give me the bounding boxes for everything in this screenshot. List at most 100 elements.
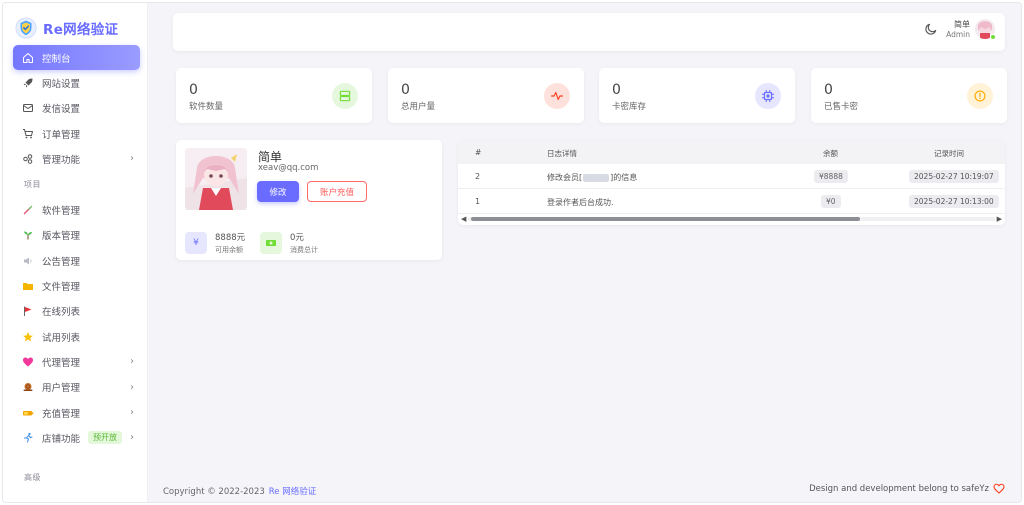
brand-name: Re网络验证 xyxy=(43,22,119,38)
stat-label: 卡密库存 xyxy=(612,102,647,112)
alert-circle-icon xyxy=(967,83,993,109)
sidebar-item-site-settings[interactable]: 网站设置 xyxy=(13,70,140,95)
sidebar-item-admin-functions[interactable]: 管理功能 › xyxy=(13,146,140,171)
profile-avatar-image xyxy=(185,148,247,210)
scroll-thumb[interactable] xyxy=(471,217,860,221)
balance-value: 8888元 xyxy=(215,233,246,243)
chevron-right-icon: › xyxy=(130,432,134,444)
moon-icon[interactable] xyxy=(924,22,938,36)
table-row: 1 登录作者后台成功. ¥0 2025-02-27 10:13:00 xyxy=(458,189,1005,214)
sidebar-item-agents[interactable]: 代理管理 › xyxy=(13,349,140,374)
sidebar-item-announcements[interactable]: 公告管理 xyxy=(13,248,140,273)
chip-icon xyxy=(755,83,781,109)
credit-text: Design and development belong to safeYz xyxy=(809,483,989,494)
time-badge: 2025-02-27 10:19:07 xyxy=(909,170,999,183)
row-detail-prefix: 修改会员[ xyxy=(547,173,583,182)
banknote-icon xyxy=(260,232,282,254)
sidebar-item-label: 软件管理 xyxy=(42,206,81,218)
battery-icon xyxy=(22,407,34,419)
balance-stat: ¥ 8888元 可用余额 xyxy=(185,231,245,255)
row-detail-suffix: ]的信息 xyxy=(610,173,638,182)
table-row: 2 修改会员[ ]的信息 ¥8888 2025-02-27 10:19:07 xyxy=(458,164,1005,189)
profile-email: xeav@qq.com xyxy=(258,163,319,173)
heart-icon xyxy=(22,356,34,368)
pulse-icon xyxy=(544,83,570,109)
sidebar-item-shop[interactable]: 店铺功能 预开放 › xyxy=(13,425,140,450)
sidebar-item-trial-list[interactable]: 试用列表 xyxy=(13,324,140,349)
sidebar-item-label: 店铺功能 xyxy=(42,433,81,445)
sidebar-item-mail-settings[interactable]: 发信设置 xyxy=(13,96,140,121)
sidebar-item-label: 充值管理 xyxy=(42,408,81,420)
copyright-text: Copyright © 2022-2023 xyxy=(163,487,265,497)
section-title-advanced: 高级 xyxy=(24,472,41,482)
snail-icon xyxy=(22,381,34,393)
runner-icon xyxy=(22,432,34,444)
sidebar-item-label: 试用列表 xyxy=(42,332,81,344)
balance-badge: ¥0 xyxy=(821,195,841,208)
balance-badge: ¥8888 xyxy=(814,170,848,183)
edit-profile-button[interactable]: 修改 xyxy=(257,181,299,202)
speaker-icon xyxy=(22,255,34,267)
star-icon xyxy=(22,331,34,343)
scroll-right-arrow-icon[interactable]: ▶ xyxy=(997,215,1002,223)
sidebar-item-label: 版本管理 xyxy=(42,231,81,243)
spent-stat: 0元 消费总计 xyxy=(260,231,318,255)
spent-value: 0元 xyxy=(290,233,304,243)
app-frame: Re网络验证 控制台 网站设置 发信设置 订单管理 管理功能 › 项目 软件管理… xyxy=(2,2,1022,503)
horizontal-scrollbar[interactable]: ◀ ▶ xyxy=(458,214,1005,223)
flag-icon xyxy=(22,305,34,317)
sidebar-item-users[interactable]: 用户管理 › xyxy=(13,375,140,400)
widgets-icon xyxy=(22,153,34,165)
sidebar-item-label: 用户管理 xyxy=(42,383,81,395)
avatar[interactable] xyxy=(975,19,996,40)
scroll-left-arrow-icon[interactable]: ◀ xyxy=(461,215,466,223)
stat-label: 软件数量 xyxy=(189,102,224,112)
row-detail: 登录作者后台成功. xyxy=(547,198,614,207)
stat-card-sold-cards: 0 已售卡密 xyxy=(811,68,1007,123)
stat-label: 已售卡密 xyxy=(824,102,859,112)
sprout-icon xyxy=(22,229,34,241)
row-id: 1 xyxy=(475,197,481,206)
account-recharge-button[interactable]: 账户充值 xyxy=(307,181,367,202)
sidebar-item-recharge[interactable]: 充值管理 › xyxy=(13,400,140,425)
time-badge: 2025-02-27 10:13:00 xyxy=(909,195,999,208)
column-header-detail: 日志详情 xyxy=(547,149,577,158)
sidebar-item-dashboard[interactable]: 控制台 xyxy=(13,45,140,71)
folder-icon xyxy=(22,280,34,292)
sidebar-item-online-list[interactable]: 在线列表 xyxy=(13,299,140,324)
sidebar-item-label: 代理管理 xyxy=(42,357,81,369)
sidebar-item-label: 文件管理 xyxy=(42,282,81,294)
sidebar-item-label: 网站设置 xyxy=(42,78,81,90)
yen-icon: ¥ xyxy=(185,232,207,254)
brand[interactable]: Re网络验证 xyxy=(15,15,118,41)
sidebar-item-label: 发信设置 xyxy=(42,104,81,116)
sidebar-item-versions[interactable]: 版本管理 xyxy=(13,223,140,248)
top-navbar: 简单 Admin xyxy=(173,13,1005,51)
sidebar-item-label: 管理功能 xyxy=(42,154,81,166)
footer-copyright: Copyright © 2022-2023 Re 网络验证 xyxy=(163,485,316,497)
server-icon xyxy=(332,83,358,109)
stat-value: 0 xyxy=(612,82,621,98)
stat-value: 0 xyxy=(401,82,410,98)
sidebar-item-label: 订单管理 xyxy=(42,129,81,141)
chevron-right-icon: › xyxy=(130,356,134,368)
chevron-right-icon: › xyxy=(130,381,134,393)
sidebar-item-files[interactable]: 文件管理 xyxy=(13,273,140,298)
heart-outline-icon xyxy=(993,483,1005,494)
sidebar-item-orders[interactable]: 订单管理 xyxy=(13,121,140,146)
profile-avatar xyxy=(185,148,247,210)
sidebar-item-software[interactable]: 软件管理 xyxy=(13,197,140,222)
sidebar-item-label: 公告管理 xyxy=(42,256,81,268)
stat-value: 0 xyxy=(189,82,198,98)
footer-brand-link[interactable]: Re 网络验证 xyxy=(269,487,316,497)
syringe-icon xyxy=(22,204,34,216)
profile-card: 简单 xeav@qq.com 修改 账户充值 ¥ 8888元 可用余额 0元 消… xyxy=(176,140,442,260)
shield-logo-icon xyxy=(15,17,37,39)
row-id: 2 xyxy=(475,172,481,181)
sidebar-menu: 控制台 网站设置 发信设置 订单管理 管理功能 › 项目 软件管理 版本管理 公… xyxy=(3,45,148,490)
home-icon xyxy=(22,52,34,64)
sidebar-item-label: 控制台 xyxy=(42,53,71,65)
navbar-user-area: 简单 Admin xyxy=(924,19,996,40)
stat-value: 0 xyxy=(824,82,833,98)
section-title-project: 项目 xyxy=(24,179,41,189)
